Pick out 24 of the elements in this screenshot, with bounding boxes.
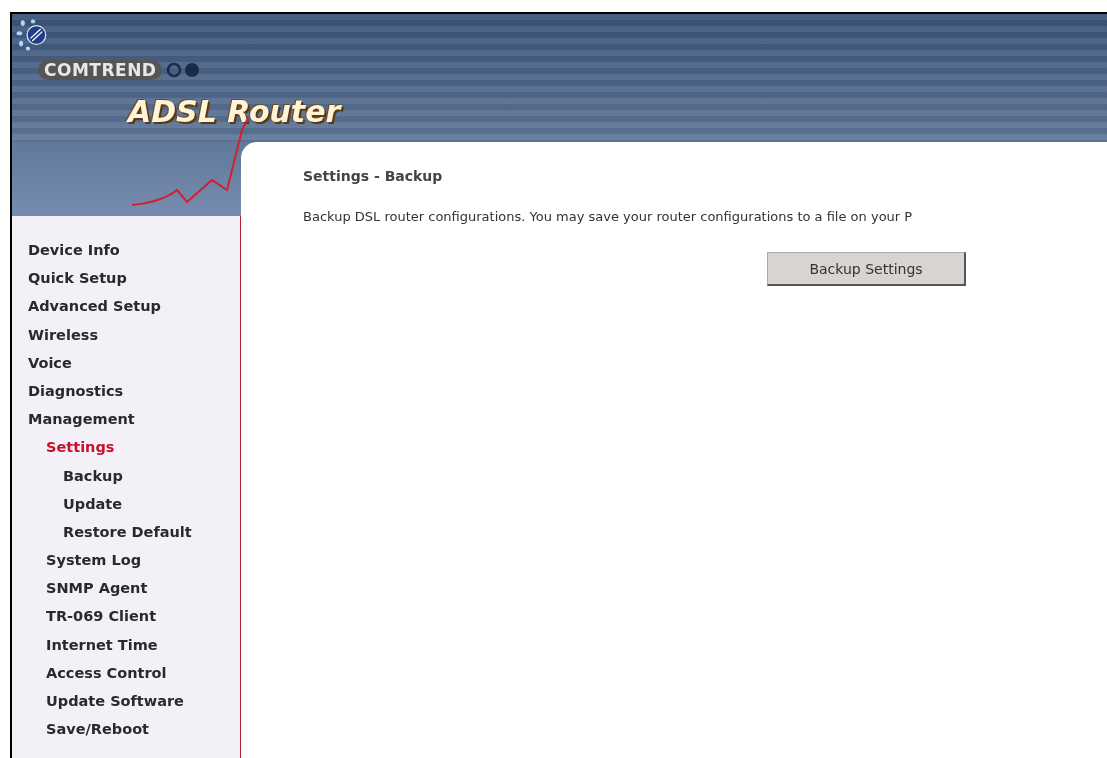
sidebar-item[interactable]: Internet Time: [12, 630, 240, 659]
sidebar-item[interactable]: Access Control: [12, 658, 240, 687]
sidebar-item[interactable]: Management: [12, 405, 240, 434]
sidebar-item[interactable]: Voice: [12, 348, 240, 377]
product-title: ADSL Router: [128, 94, 341, 129]
sidebar-item[interactable]: Restore Default: [12, 517, 240, 547]
description-text: Backup DSL router configurations. You may save your router configurations to a file on your P: [303, 209, 914, 224]
page-title: Settings - Backup: [303, 168, 444, 184]
sidebar-item[interactable]: Update: [12, 489, 240, 518]
sidebar-item[interactable]: Settings: [12, 433, 240, 462]
brand-logo: COMTREND: [38, 60, 163, 80]
sidebar-item[interactable]: Wireless: [12, 320, 240, 349]
sidebar-item[interactable]: Diagnostics: [12, 376, 240, 406]
sidebar-item[interactable]: System Log: [12, 546, 240, 575]
sidebar-item[interactable]: Save/Reboot: [12, 715, 240, 744]
sidebar-item[interactable]: SNMP Agent: [12, 574, 240, 603]
sidebar-item[interactable]: Advanced Setup: [12, 292, 240, 321]
circles-icon: [166, 62, 201, 78]
backup-settings-button[interactable]: Backup Settings: [767, 252, 966, 286]
sidebar-item[interactable]: Backup: [12, 461, 240, 490]
sidebar-item[interactable]: Quick Setup: [12, 264, 240, 293]
sidebar-item[interactable]: Device Info: [12, 236, 240, 265]
sidebar-item[interactable]: TR-069 Client: [12, 602, 240, 631]
sidebar-item[interactable]: Update Software: [12, 687, 240, 716]
